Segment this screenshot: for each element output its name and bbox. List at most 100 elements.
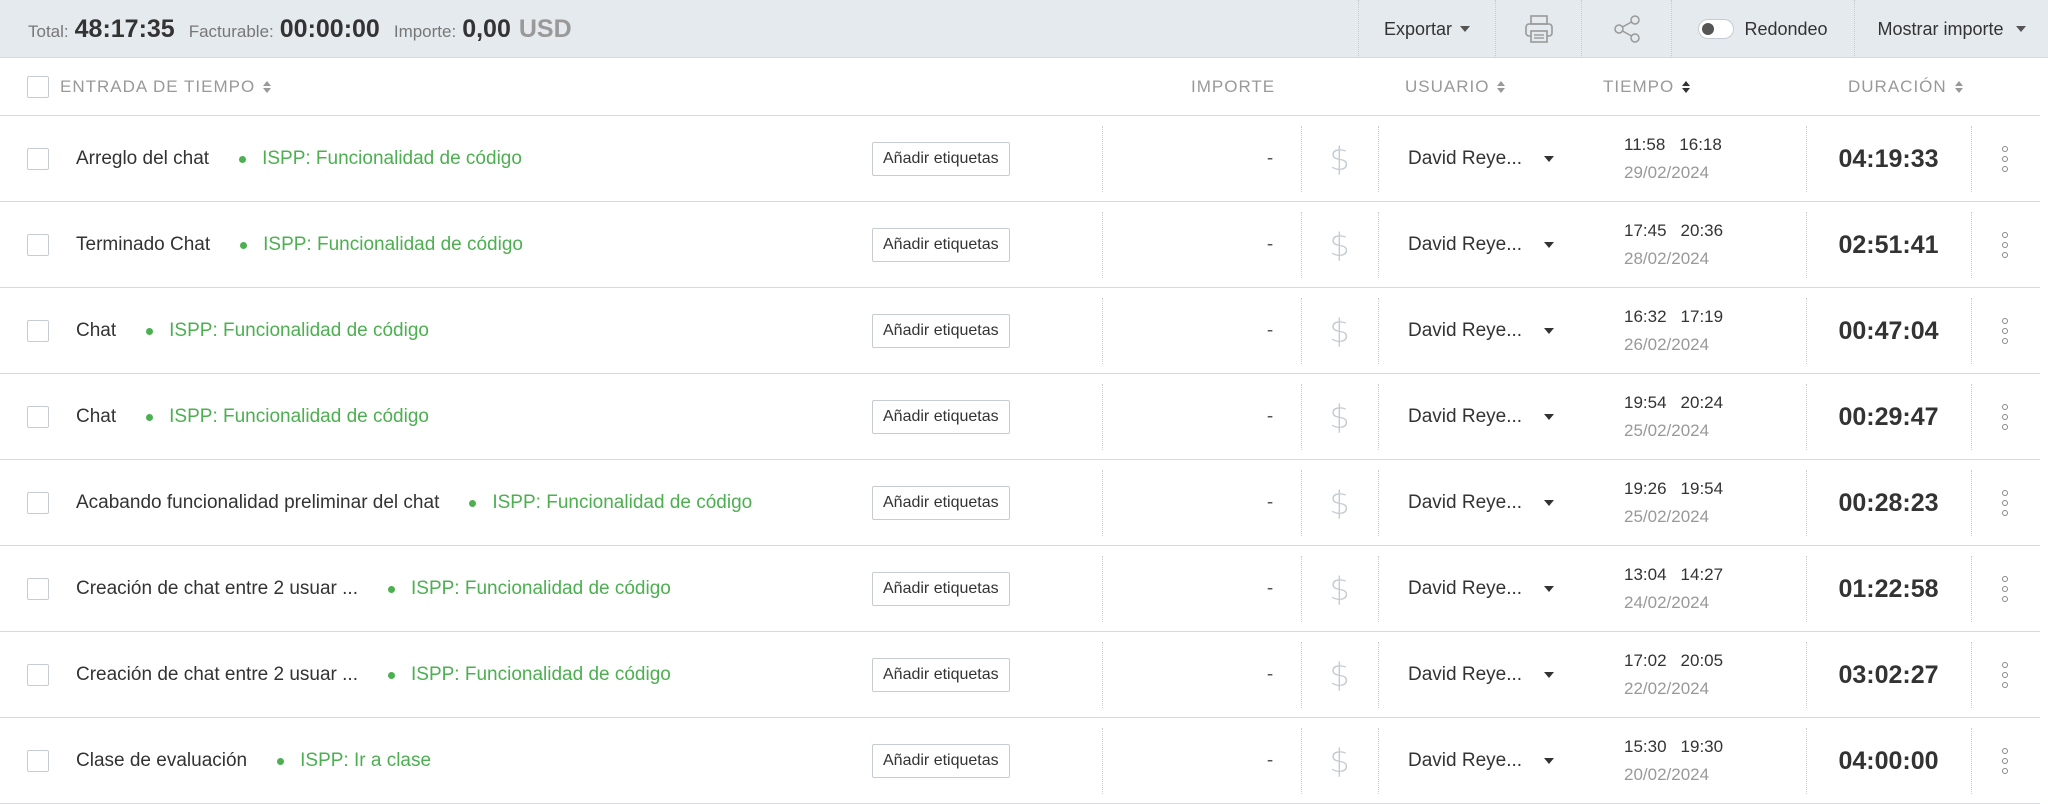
description-cell[interactable]: Creación de chat entre 2 usuar ... ISPP:… — [76, 546, 671, 632]
add-tags-button[interactable]: Añadir etiquetas — [872, 572, 1010, 606]
more-options-icon[interactable] — [1985, 460, 2025, 546]
time-range[interactable]: 11:58 16:18 29/02/2024 — [1624, 116, 1736, 202]
user-dropdown[interactable]: David Reye... — [1408, 460, 1555, 546]
entry-duration[interactable]: 04:00:00 — [1806, 718, 1971, 804]
user-dropdown[interactable]: David Reye... — [1408, 116, 1555, 202]
entry-description[interactable]: Creación de chat entre 2 usuar ... — [76, 578, 358, 600]
entry-date[interactable]: 26/02/2024 — [1624, 335, 1709, 355]
description-cell[interactable]: Chat ISPP: Funcionalidad de código — [76, 288, 429, 374]
more-options-icon[interactable] — [1985, 546, 2025, 632]
add-tags-button[interactable]: Añadir etiquetas — [872, 658, 1010, 692]
column-header-entry[interactable]: ENTRADA DE TIEMPO — [60, 58, 272, 116]
entry-description[interactable]: Acabando funcionalidad preliminar del ch… — [76, 492, 439, 514]
entry-description[interactable]: Chat — [76, 320, 116, 342]
start-time[interactable]: 17:45 — [1624, 221, 1667, 240]
column-header-duration[interactable]: DURACIÓN — [1848, 58, 1963, 116]
user-dropdown[interactable]: David Reye... — [1408, 374, 1555, 460]
row-checkbox[interactable] — [27, 406, 49, 428]
share-button[interactable] — [1581, 0, 1671, 58]
more-options-icon[interactable] — [1985, 718, 2025, 804]
time-range[interactable]: 13:04 14:27 24/02/2024 — [1624, 546, 1737, 632]
start-time[interactable]: 19:26 — [1624, 479, 1667, 498]
row-checkbox[interactable] — [27, 578, 49, 600]
export-dropdown[interactable]: Exportar — [1358, 0, 1495, 58]
description-cell[interactable]: Chat ISPP: Funcionalidad de código — [76, 374, 429, 460]
entry-date[interactable]: 24/02/2024 — [1624, 593, 1709, 613]
billable-dollar-icon[interactable]: $ — [1301, 546, 1378, 632]
add-tags-button[interactable]: Añadir etiquetas — [872, 142, 1010, 176]
entry-project[interactable]: ISPP: Funcionalidad de código — [469, 492, 752, 514]
entry-duration[interactable]: 00:28:23 — [1806, 460, 1971, 546]
row-checkbox[interactable] — [27, 492, 49, 514]
add-tags-button[interactable]: Añadir etiquetas — [872, 400, 1010, 434]
entry-description[interactable]: Arreglo del chat — [76, 148, 209, 170]
user-dropdown[interactable]: David Reye... — [1408, 632, 1555, 718]
billable-dollar-icon[interactable]: $ — [1301, 374, 1378, 460]
entry-description[interactable]: Creación de chat entre 2 usuar ... — [76, 664, 358, 686]
billable-dollar-icon[interactable]: $ — [1301, 116, 1378, 202]
start-time[interactable]: 11:58 — [1624, 135, 1665, 154]
entry-duration[interactable]: 00:29:47 — [1806, 374, 1971, 460]
end-time[interactable]: 20:05 — [1681, 651, 1724, 670]
billable-dollar-icon[interactable]: $ — [1301, 202, 1378, 288]
entry-project[interactable]: ISPP: Funcionalidad de código — [239, 148, 522, 170]
entry-project[interactable]: ISPP: Funcionalidad de código — [146, 406, 429, 428]
billable-dollar-icon[interactable]: $ — [1301, 632, 1378, 718]
entry-duration[interactable]: 02:51:41 — [1806, 202, 1971, 288]
entry-project[interactable]: ISPP: Funcionalidad de código — [240, 234, 523, 256]
description-cell[interactable]: Acabando funcionalidad preliminar del ch… — [76, 460, 752, 546]
description-cell[interactable]: Clase de evaluación ISPP: Ir a clase — [76, 718, 431, 804]
description-cell[interactable]: Creación de chat entre 2 usuar ... ISPP:… — [76, 632, 671, 718]
more-options-icon[interactable] — [1985, 202, 2025, 288]
entry-description[interactable]: Chat — [76, 406, 116, 428]
billable-dollar-icon[interactable]: $ — [1301, 288, 1378, 374]
time-range[interactable]: 17:45 20:36 28/02/2024 — [1624, 202, 1737, 288]
end-time[interactable]: 16:18 — [1679, 135, 1722, 154]
time-range[interactable]: 15:30 19:30 20/02/2024 — [1624, 718, 1737, 804]
more-options-icon[interactable] — [1985, 374, 2025, 460]
entry-duration[interactable]: 01:22:58 — [1806, 546, 1971, 632]
end-time[interactable]: 20:36 — [1681, 221, 1724, 240]
row-checkbox[interactable] — [27, 664, 49, 686]
time-range[interactable]: 19:54 20:24 25/02/2024 — [1624, 374, 1737, 460]
toggle-switch[interactable] — [1698, 19, 1735, 39]
select-all-checkbox[interactable] — [27, 76, 49, 98]
end-time[interactable]: 14:27 — [1681, 565, 1724, 584]
column-header-user[interactable]: USUARIO — [1405, 58, 1506, 116]
entry-duration[interactable]: 04:19:33 — [1806, 116, 1971, 202]
entry-date[interactable]: 20/02/2024 — [1624, 765, 1709, 785]
print-button[interactable] — [1495, 0, 1581, 58]
user-dropdown[interactable]: David Reye... — [1408, 202, 1555, 288]
row-checkbox[interactable] — [27, 750, 49, 772]
user-dropdown[interactable]: David Reye... — [1408, 718, 1555, 804]
row-checkbox[interactable] — [27, 148, 49, 170]
entry-duration[interactable]: 00:47:04 — [1806, 288, 1971, 374]
add-tags-button[interactable]: Añadir etiquetas — [872, 744, 1010, 778]
end-time[interactable]: 19:30 — [1681, 737, 1724, 756]
user-dropdown[interactable]: David Reye... — [1408, 288, 1555, 374]
entry-date[interactable]: 28/02/2024 — [1624, 249, 1709, 269]
more-options-icon[interactable] — [1985, 632, 2025, 718]
entry-project[interactable]: ISPP: Funcionalidad de código — [146, 320, 429, 342]
row-checkbox[interactable] — [27, 320, 49, 342]
add-tags-button[interactable]: Añadir etiquetas — [872, 486, 1010, 520]
time-range[interactable]: 17:02 20:05 22/02/2024 — [1624, 632, 1737, 718]
start-time[interactable]: 16:32 — [1624, 307, 1667, 326]
description-cell[interactable]: Arreglo del chat ISPP: Funcionalidad de … — [76, 116, 522, 202]
start-time[interactable]: 19:54 — [1624, 393, 1667, 412]
entry-description[interactable]: Terminado Chat — [76, 234, 210, 256]
entry-duration[interactable]: 03:02:27 — [1806, 632, 1971, 718]
time-range[interactable]: 16:32 17:19 26/02/2024 — [1624, 288, 1737, 374]
time-range[interactable]: 19:26 19:54 25/02/2024 — [1624, 460, 1737, 546]
entry-date[interactable]: 25/02/2024 — [1624, 507, 1709, 527]
entry-project[interactable]: ISPP: Funcionalidad de código — [388, 578, 671, 600]
end-time[interactable]: 19:54 — [1681, 479, 1724, 498]
entry-date[interactable]: 29/02/2024 — [1624, 163, 1709, 183]
more-options-icon[interactable] — [1985, 116, 2025, 202]
start-time[interactable]: 15:30 — [1624, 737, 1667, 756]
row-checkbox[interactable] — [27, 234, 49, 256]
start-time[interactable]: 17:02 — [1624, 651, 1667, 670]
billable-dollar-icon[interactable]: $ — [1301, 460, 1378, 546]
billable-dollar-icon[interactable]: $ — [1301, 718, 1378, 804]
add-tags-button[interactable]: Añadir etiquetas — [872, 314, 1010, 348]
